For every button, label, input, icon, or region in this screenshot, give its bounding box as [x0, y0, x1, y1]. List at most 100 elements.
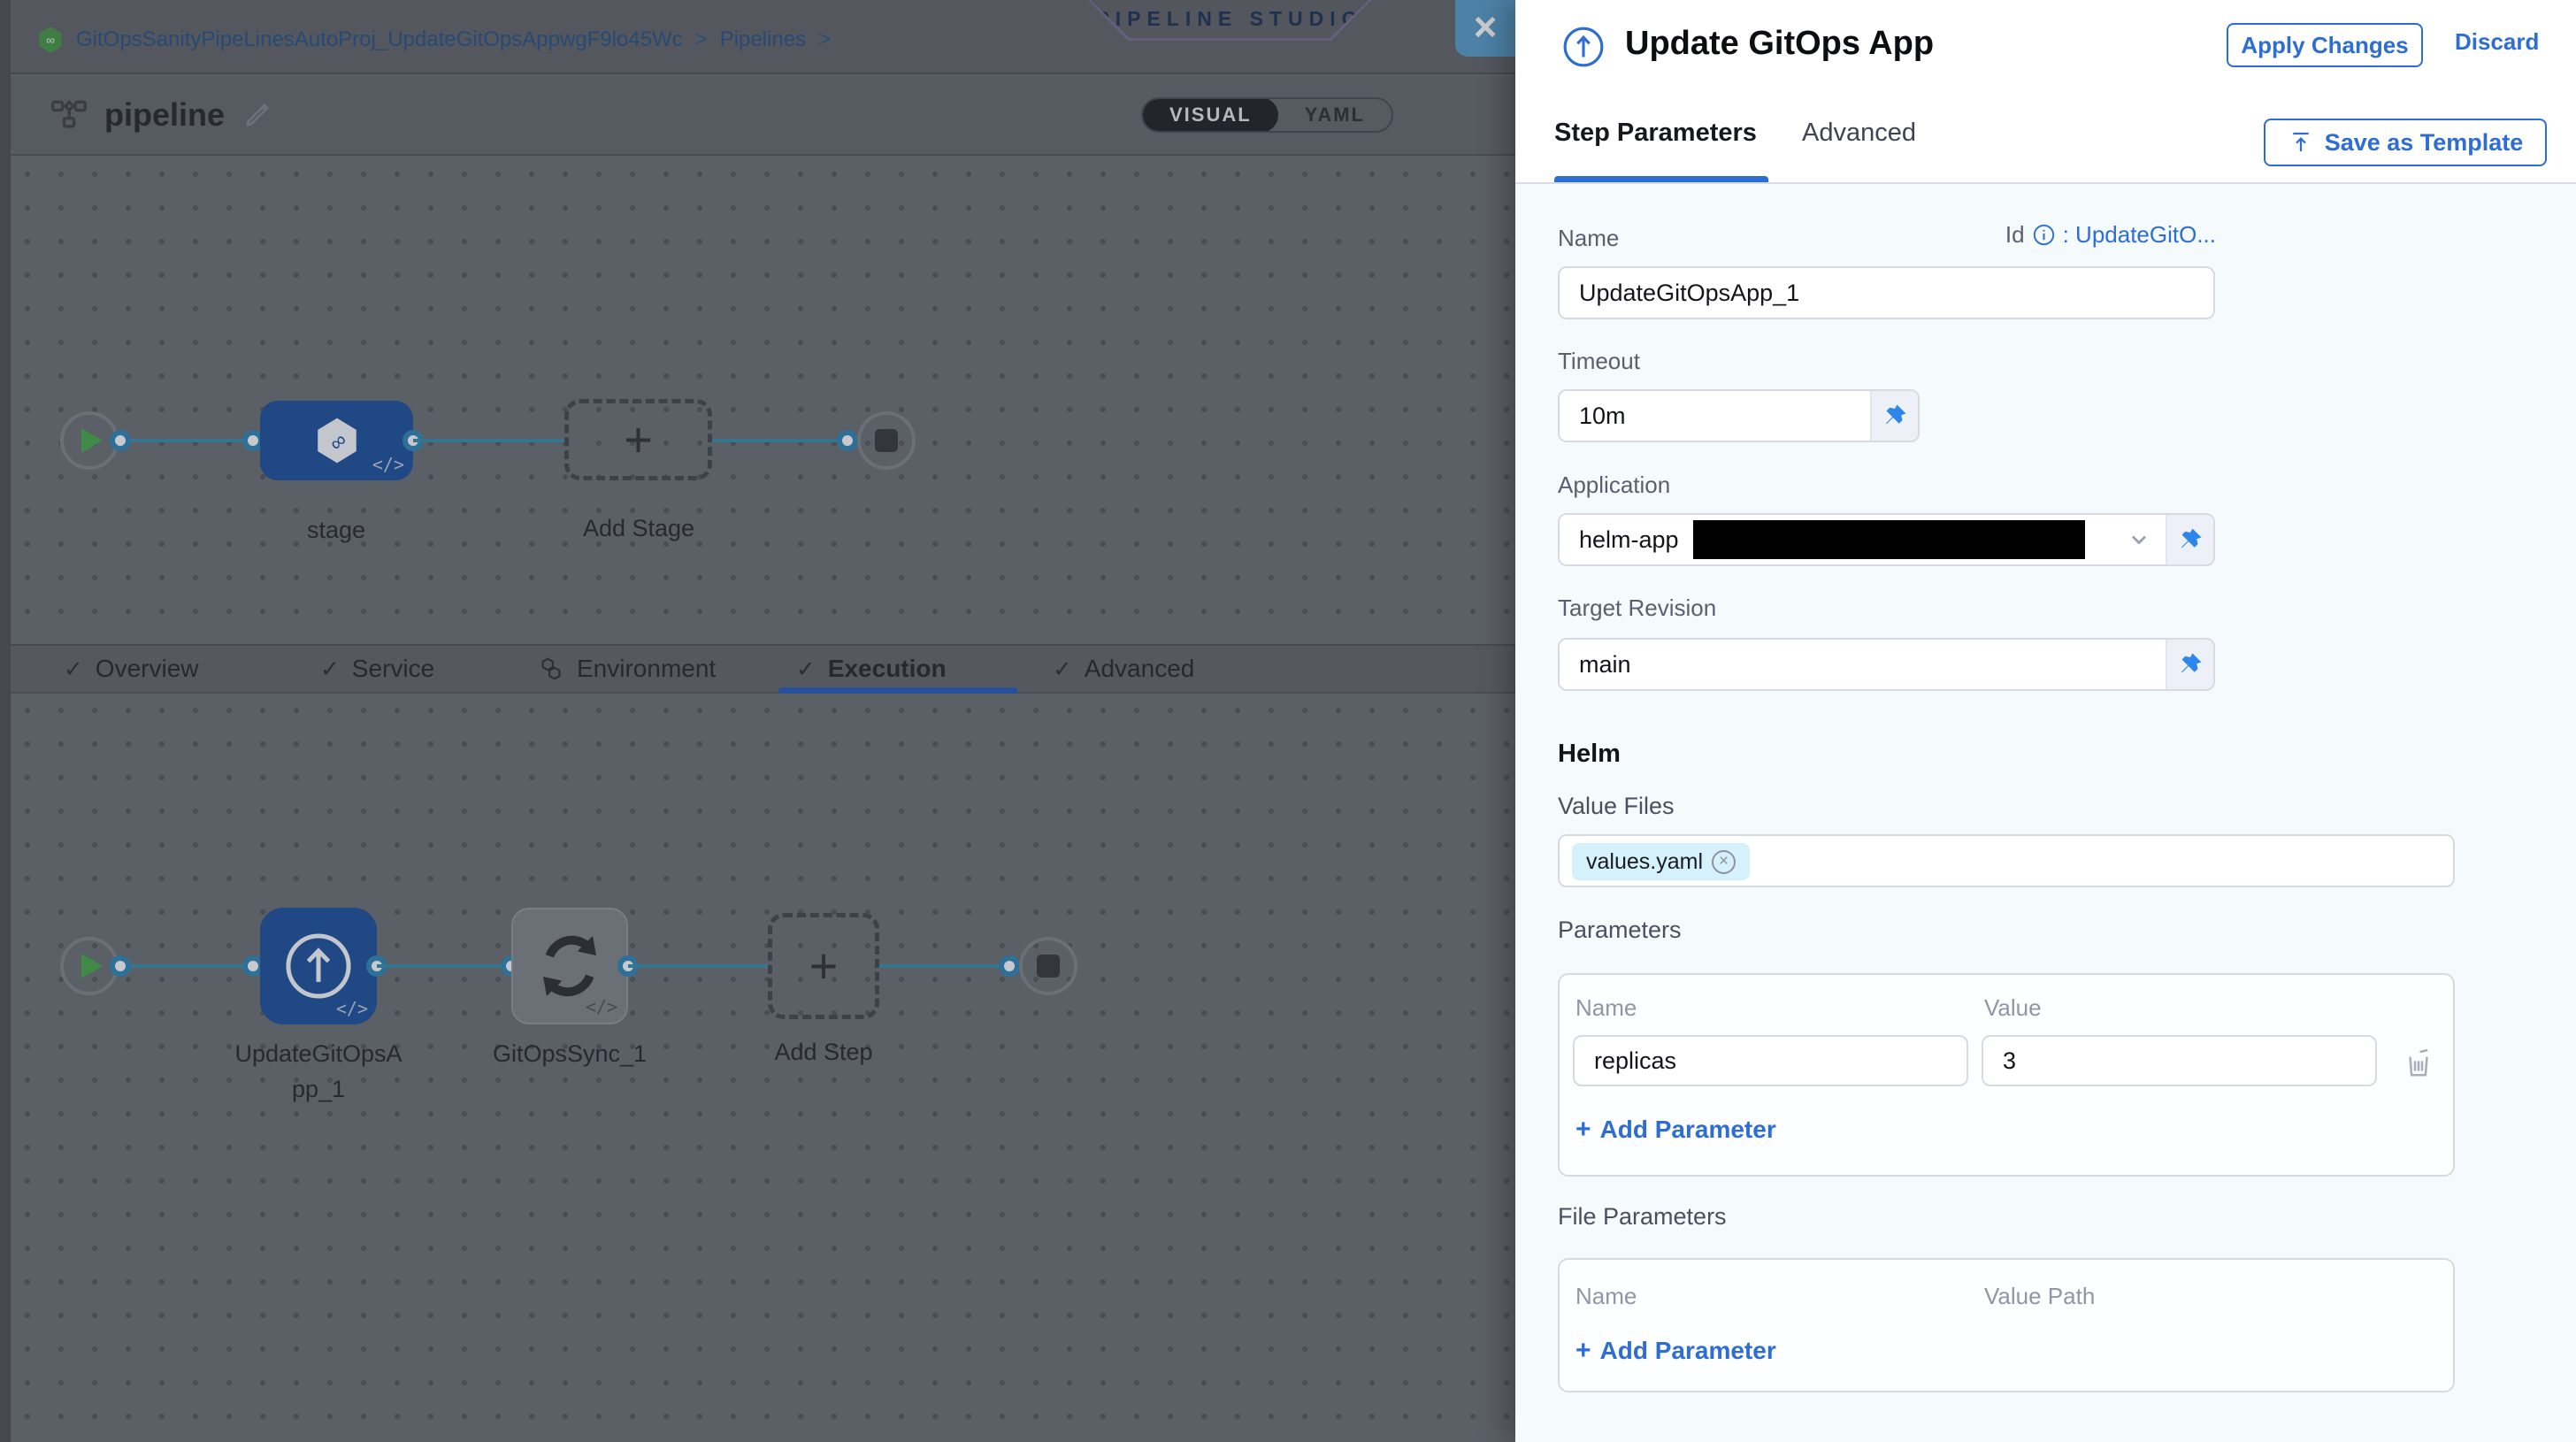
toggle-yaml[interactable]: YAML [1278, 97, 1392, 133]
target-revision-input[interactable]: main [1560, 640, 2166, 689]
edit-pencil-icon[interactable] [241, 98, 274, 132]
pipeline-studio-badge: PIPELINE STUDIO [1088, 0, 1371, 41]
add-file-parameter-label: Add Parameter [1600, 1337, 1776, 1365]
add-parameter-button[interactable]: + Add Parameter [1576, 1115, 1776, 1145]
connector-line [712, 439, 847, 442]
pipeline-toolbar: pipeline VISUAL YAML [11, 76, 1515, 156]
connector-line [879, 964, 1009, 968]
execution-end-node [1019, 937, 1077, 995]
step-label-line2: pp_1 [292, 1076, 345, 1103]
tab-overview-label: Overview [96, 655, 199, 683]
connector-line [120, 964, 260, 968]
name-input[interactable] [1558, 266, 2215, 319]
application-select[interactable]: helm-app [1560, 515, 2112, 564]
param-name-header: Name [1576, 994, 1637, 1022]
play-icon [81, 954, 103, 978]
tab-advanced[interactable]: ✓ Advanced [1053, 646, 1194, 692]
connector-line [377, 964, 511, 968]
sync-icon [534, 931, 605, 1001]
stage-label: stage [307, 517, 365, 544]
check-icon: ✓ [796, 656, 816, 683]
timeout-label: Timeout [1558, 348, 1640, 375]
update-gitops-app-step-node[interactable]: </> [260, 908, 377, 1024]
connector-port [110, 430, 131, 451]
value-file-chip-label: values.yaml [1586, 849, 1703, 875]
execution-canvas[interactable]: </> </> + [11, 694, 1515, 1442]
timeout-pin-button[interactable] [1870, 391, 1918, 441]
upload-circle-icon [280, 928, 356, 1004]
drawer-header: Update GitOps App Apply Changes Discard [1515, 0, 2576, 92]
stage-canvas[interactable]: ∞ </> + stage Add Stage [11, 157, 1515, 642]
value-file-chip[interactable]: values.yaml × [1572, 843, 1750, 880]
drawer-tabs: Step Parameters Advanced Save as Templat… [1515, 92, 2576, 184]
id-row: Id : UpdateGitO... [1905, 221, 2216, 249]
pipeline-end-node [857, 411, 916, 470]
connector-port [837, 430, 858, 451]
file-name-header: Name [1576, 1283, 1637, 1310]
stop-icon [875, 429, 898, 452]
plus-icon: + [1576, 1336, 1591, 1366]
tab-service[interactable]: ✓ Service [320, 646, 434, 692]
svg-text:∞: ∞ [46, 34, 55, 47]
param-value-input[interactable] [1982, 1035, 2377, 1086]
breadcrumb-pipelines-link[interactable]: Pipelines [720, 27, 806, 52]
tab-execution-label: Execution [828, 655, 947, 683]
drawer-close-button[interactable]: × [1455, 0, 1515, 57]
timeout-input[interactable]: 10m [1560, 391, 1870, 441]
target-revision-pin-button[interactable] [2166, 640, 2213, 689]
plus-icon: + [809, 941, 839, 991]
apply-changes-button[interactable]: Apply Changes [2227, 23, 2423, 67]
tab-environment-label: Environment [577, 655, 716, 683]
parameters-card: Name Value + Add Parameter [1558, 973, 2455, 1177]
breadcrumb: ∞ GitOpsSanityPipeLinesAutoProj_UpdateGi… [37, 25, 831, 55]
yaml-code-badge: </> [372, 454, 404, 475]
pin-icon [2177, 651, 2204, 678]
toggle-visual[interactable]: VISUAL [1143, 97, 1278, 133]
tab-environment[interactable]: Environment [538, 646, 716, 692]
pipeline-flowchart-icon [50, 96, 88, 134]
redacted-value [1693, 520, 2085, 559]
step-label-line1: UpdateGitOpsA [234, 1040, 402, 1068]
pipeline-title: pipeline [104, 96, 225, 134]
tab-execution[interactable]: ✓ Execution [796, 646, 947, 692]
check-icon: ✓ [1053, 656, 1072, 683]
parameters-label: Parameters [1558, 917, 1682, 944]
id-value-link[interactable]: : UpdateGitO... [2063, 221, 2216, 249]
upload-template-icon [2288, 129, 2314, 156]
play-icon [81, 428, 103, 453]
gitops-sync-label: GitOpsSync_1 [493, 1040, 647, 1068]
breadcrumb-project-link[interactable]: GitOpsSanityPipeLinesAutoProj_UpdateGitO… [76, 27, 683, 52]
add-file-parameter-button[interactable]: + Add Parameter [1576, 1336, 1776, 1366]
app-root: ∞ GitOpsSanityPipeLinesAutoProj_UpdateGi… [0, 0, 2576, 1442]
connector-port [999, 955, 1020, 977]
tab-step-parameters[interactable]: Step Parameters [1554, 119, 1757, 148]
add-step-label: Add Step [774, 1039, 872, 1066]
stop-icon [1037, 955, 1060, 978]
application-pin-button[interactable] [2166, 515, 2213, 564]
yaml-code-badge: </> [586, 996, 617, 1017]
tab-overview[interactable]: ✓ Overview [64, 646, 199, 692]
breadcrumb-separator: > [695, 27, 708, 52]
yaml-code-badge: </> [336, 998, 368, 1019]
gitops-sync-step-node[interactable]: </> [511, 908, 628, 1024]
stage-tabs-bar: ✓ Overview ✓ Service Environment ✓ Execu… [11, 644, 1515, 694]
add-stage-button[interactable]: + [564, 399, 712, 480]
tab-advanced-drawer[interactable]: Advanced [1802, 119, 1916, 148]
tab-advanced-label: Advanced [1085, 655, 1195, 683]
visual-yaml-toggle: VISUAL YAML [1141, 97, 1393, 133]
tab-service-label: Service [352, 655, 434, 683]
connector-line [413, 439, 564, 442]
param-name-input[interactable] [1573, 1035, 1968, 1086]
discard-button[interactable]: Discard [2455, 28, 2539, 56]
chevron-down-icon[interactable] [2112, 515, 2166, 564]
delete-row-trash-icon[interactable] [2402, 1046, 2435, 1079]
remove-chip-icon[interactable]: × [1712, 850, 1736, 874]
save-as-template-button[interactable]: Save as Template [2264, 119, 2547, 166]
active-tab-underline [1554, 176, 1768, 182]
info-icon[interactable] [2032, 223, 2056, 247]
add-step-button[interactable]: + [768, 913, 879, 1019]
save-as-template-label: Save as Template [2325, 129, 2524, 157]
target-revision-label: Target Revision [1558, 594, 1716, 622]
application-value: helm-app [1579, 526, 1679, 554]
stage-node[interactable]: ∞ </> [260, 401, 413, 480]
